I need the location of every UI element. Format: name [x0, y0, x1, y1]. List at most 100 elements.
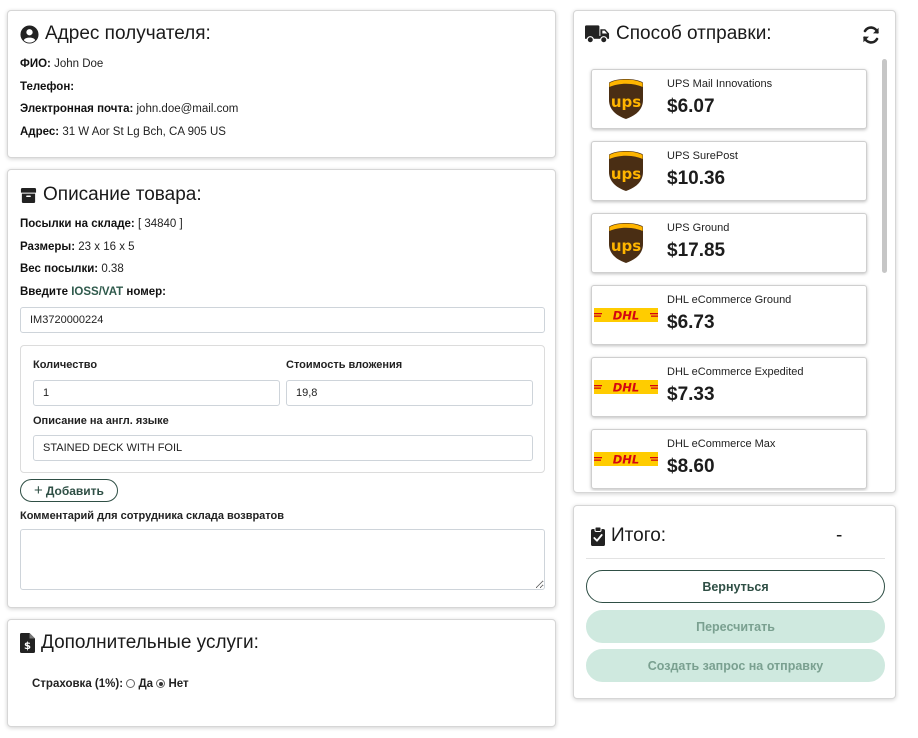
- dhl-logo-icon: DHL: [594, 452, 658, 466]
- shipping-heading: Способ отправки:: [585, 23, 772, 45]
- refresh-icon[interactable]: [861, 25, 881, 45]
- shipping-option-price: $7.33: [667, 384, 715, 405]
- shipping-option-name: UPS Ground: [667, 222, 730, 234]
- shipping-option[interactable]: ups UPS Mail Innovations $6.07: [591, 69, 867, 129]
- ioss-input[interactable]: IM3720000224: [20, 307, 545, 333]
- size-row: Размеры: 23 x 16 x 5: [20, 241, 135, 253]
- svg-text:DHL: DHL: [613, 452, 640, 466]
- shipping-option-price: $10.36: [667, 168, 726, 189]
- ioss-prefix: Введите: [20, 286, 69, 298]
- shipping-option[interactable]: ups UPS SurePost $10.36: [591, 141, 867, 201]
- insurance-label: Страховка (1%):: [32, 678, 124, 690]
- size-label: Размеры:: [20, 241, 76, 253]
- insurance-no-radio[interactable]: [156, 679, 166, 688]
- weight-row: Вес посылки: 0.38: [20, 263, 124, 275]
- recalculate-button[interactable]: Пересчитать: [586, 610, 885, 643]
- insurance-row: Страховка (1%): Да Нет: [32, 678, 189, 690]
- insurance-no-label[interactable]: Нет: [168, 678, 188, 690]
- address-label: Адрес:: [20, 126, 60, 138]
- item-box: Количество Стоимость вложения 1 19,8 Опи…: [20, 345, 545, 473]
- desc-input[interactable]: STAINED DECK WITH FOIL: [33, 435, 533, 461]
- product-heading: Описание товара:: [20, 184, 202, 206]
- ups-logo-icon: ups: [609, 79, 643, 119]
- shipping-option[interactable]: DHL DHL eCommerce Expedited $7.33: [591, 357, 867, 417]
- shipping-option[interactable]: DHL DHL eCommerce Max $8.60: [591, 429, 867, 489]
- fio-value: John Doe: [54, 58, 104, 70]
- add-item-button[interactable]: + Добавить: [20, 479, 118, 502]
- email-row: Электронная почта: john.doe@mail.com: [20, 103, 238, 115]
- svg-text:DHL: DHL: [613, 308, 640, 322]
- ups-logo: ups: [592, 142, 660, 200]
- dhl-logo: DHL: [592, 286, 660, 344]
- ups-logo: ups: [592, 214, 660, 272]
- total-card: Итого: - Вернуться Пересчитать Создать з…: [573, 505, 896, 699]
- shipping-option-name: DHL eCommerce Max: [667, 438, 776, 450]
- comment-label: Комментарий для сотрудника склада возвра…: [20, 510, 285, 522]
- comment-textarea[interactable]: [20, 529, 545, 590]
- svg-text:ups: ups: [611, 237, 641, 255]
- phone-row: Телефон:: [20, 81, 74, 93]
- svg-text:ups: ups: [611, 93, 641, 111]
- shipping-option-name: DHL eCommerce Ground: [667, 294, 792, 306]
- shipping-option-name: DHL eCommerce Expedited: [667, 366, 804, 378]
- add-item-label: Добавить: [45, 483, 104, 498]
- create-request-button[interactable]: Создать запрос на отправку: [586, 649, 885, 682]
- recipient-card: Адрес получателя: ФИО: John Doe Телефон:…: [7, 10, 556, 158]
- shipping-title: Способ отправки:: [616, 23, 772, 44]
- parcels-row: Посылки на складе: [ 34840 ]: [20, 218, 183, 230]
- shipping-option-name: UPS Mail Innovations: [667, 78, 773, 90]
- total-value: -: [836, 525, 843, 546]
- desc-label: Описание на англ. языке: [33, 415, 169, 427]
- qty-input[interactable]: 1: [33, 380, 280, 406]
- address-value: 31 W Aor St Lg Bch, CA 905 US: [62, 126, 226, 138]
- ups-logo-icon: ups: [609, 223, 643, 263]
- user-circle-icon: [20, 24, 39, 44]
- clipboard-icon: [591, 526, 605, 546]
- ioss-suffix: номер:: [126, 286, 166, 298]
- shipping-option-price: $8.60: [667, 456, 715, 477]
- ioss-vat-link[interactable]: IOSS/VAT: [71, 286, 123, 298]
- extra-services-card: $ Дополнительные услуги: Страховка (1%):…: [7, 619, 556, 727]
- shipping-option[interactable]: ups UPS Ground $17.85: [591, 213, 867, 273]
- shipping-option-price: $6.07: [667, 96, 715, 117]
- plus-icon: +: [34, 482, 43, 499]
- weight-value: 0.38: [101, 263, 124, 275]
- email-label: Электронная почта:: [20, 103, 134, 115]
- svg-text:ups: ups: [611, 165, 641, 183]
- box-icon: [20, 187, 37, 203]
- total-heading: Итого:: [591, 525, 666, 547]
- fio-row: ФИО: John Doe: [20, 58, 103, 70]
- size-value: 23 x 16 x 5: [78, 241, 135, 253]
- dhl-logo-icon: DHL: [594, 380, 658, 394]
- product-title: Описание товара:: [43, 184, 202, 205]
- weight-label: Вес посылки:: [20, 263, 99, 275]
- recipient-title: Адрес получателя:: [45, 23, 211, 44]
- product-card: Описание товара: Посылки на складе: [ 34…: [7, 169, 556, 608]
- shipping-options-list[interactable]: ups UPS Mail Innovations $6.07 ups UPS SureP…: [586, 61, 888, 491]
- extra-title: Дополнительные услуги:: [41, 632, 259, 653]
- file-dollar-icon: $: [20, 633, 35, 653]
- qty-label: Количество: [33, 359, 98, 371]
- phone-label: Телефон:: [20, 81, 75, 93]
- insurance-yes-radio[interactable]: [126, 679, 136, 688]
- truck-icon: [585, 25, 610, 44]
- dhl-logo: DHL: [592, 358, 660, 416]
- shipping-scrollbar[interactable]: [882, 59, 887, 273]
- fio-label: ФИО:: [20, 58, 51, 70]
- shipping-option-price: $17.85: [667, 240, 726, 261]
- recipient-heading: Адрес получателя:: [20, 23, 211, 45]
- shipping-card: Способ отправки: ups UPS Mail Innovations…: [573, 10, 896, 493]
- dhl-logo: DHL: [592, 430, 660, 488]
- ups-logo-icon: ups: [609, 151, 643, 191]
- ups-logo: ups: [592, 70, 660, 128]
- shipping-option[interactable]: DHL DHL eCommerce Ground $6.73: [591, 285, 867, 345]
- insurance-yes-label[interactable]: Да: [138, 678, 153, 690]
- parcels-value: [ 34840 ]: [137, 218, 183, 230]
- parcels-label: Посылки на складе:: [20, 218, 135, 230]
- total-divider: [586, 558, 885, 559]
- svg-text:$: $: [24, 641, 31, 652]
- cost-input[interactable]: 19,8: [286, 380, 533, 406]
- ioss-label-row: Введите IOSS/VAT номер:: [20, 286, 166, 298]
- back-button[interactable]: Вернуться: [586, 570, 885, 603]
- extra-heading: $ Дополнительные услуги:: [20, 632, 259, 654]
